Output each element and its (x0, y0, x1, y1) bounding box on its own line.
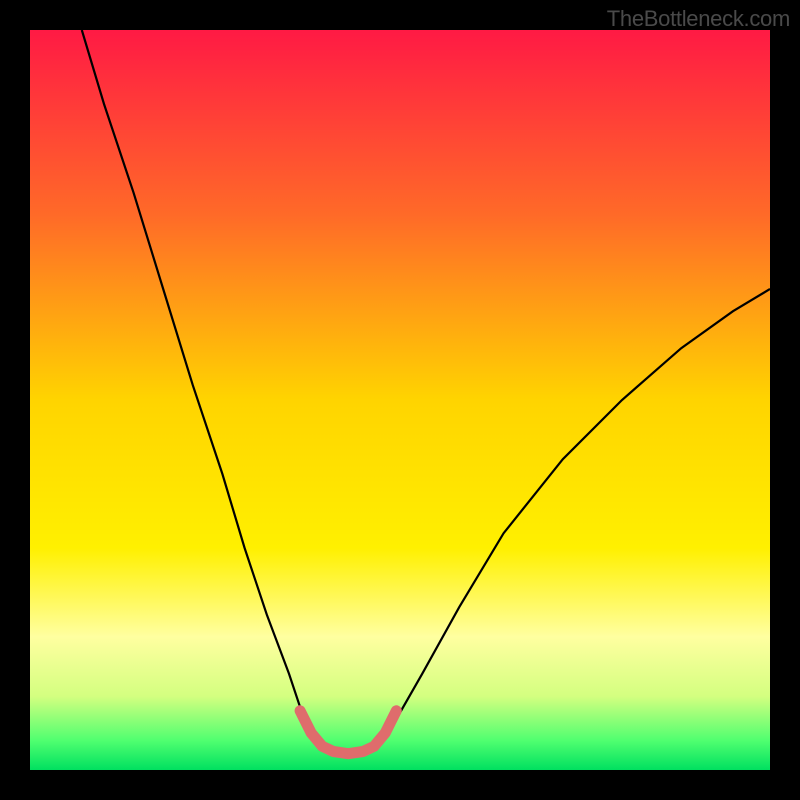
chart-svg (30, 30, 770, 770)
gradient-bg (30, 30, 770, 770)
chart-plot-area (30, 30, 770, 770)
chart-frame: TheBottleneck.com (0, 0, 800, 800)
watermark-text: TheBottleneck.com (607, 6, 790, 32)
